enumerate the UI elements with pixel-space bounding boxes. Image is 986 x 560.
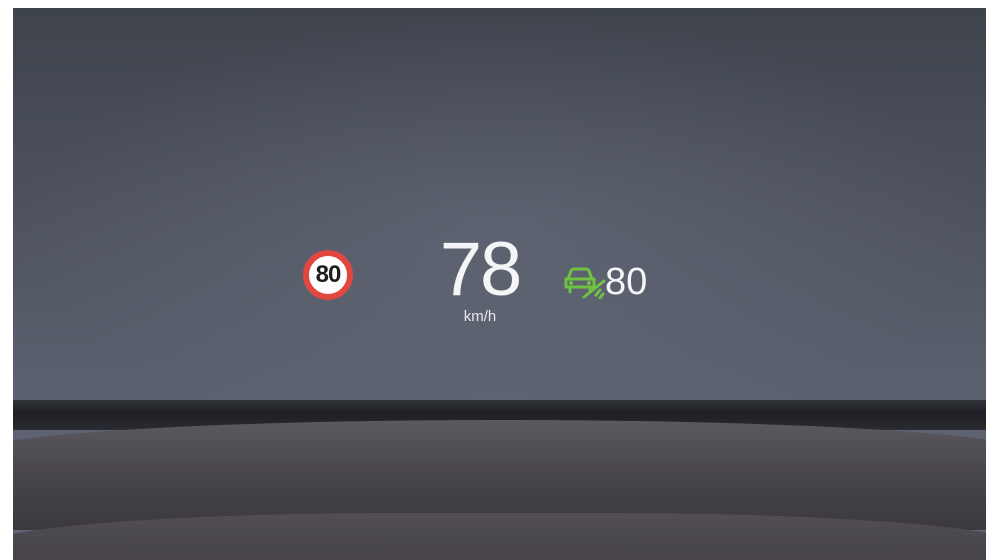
hud-overlay: 80 78 km/h 80	[0, 0, 986, 560]
current-speed: 78	[439, 227, 523, 312]
cruise-set-speed: 80	[605, 261, 648, 303]
speed-limit-sign-icon: 80	[303, 250, 353, 300]
adaptive-cruise-icon	[564, 267, 606, 299]
speed-unit: km/h	[463, 308, 497, 325]
speed-limit-value: 80	[315, 261, 342, 288]
